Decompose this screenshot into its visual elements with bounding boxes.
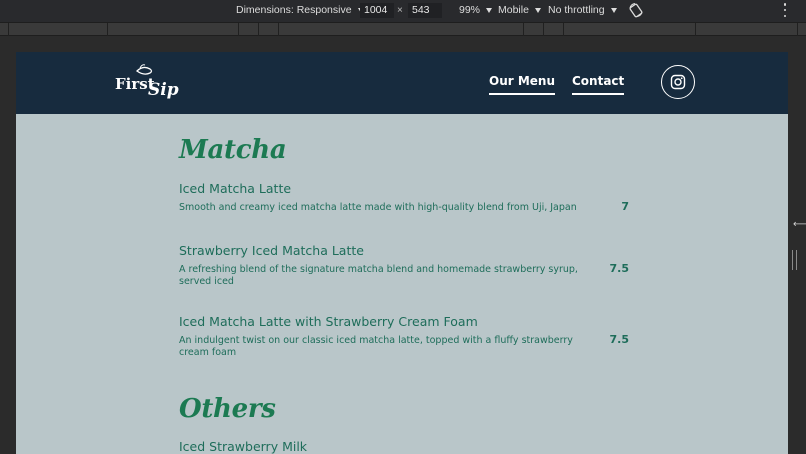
menu-item-description: An indulgent twist on our classic iced m… — [179, 335, 573, 358]
menu-item: Iced Matcha Latte Smooth and creamy iced… — [179, 181, 629, 214]
menu-item-name: Strawberry Iced Matcha Latte — [179, 243, 364, 258]
firstsip-logo[interactable]: First Sip — [114, 62, 184, 104]
instagram-button[interactable] — [661, 65, 695, 99]
dimensions-dropdown[interactable]: Dimensions: Responsive — [236, 4, 364, 16]
throttling-label: No throttling — [548, 4, 605, 16]
media-query-ruler — [0, 22, 806, 36]
site-header: First Sip Our Menu Contact — [16, 52, 788, 114]
viewport-resize-handle[interactable] — [792, 250, 797, 270]
menu-item-price: 7 — [621, 200, 629, 213]
dimensions-label: Dimensions: Responsive — [236, 4, 352, 16]
chevron-down-icon — [534, 7, 541, 13]
menu-item-name: Iced Strawberry Milk — [179, 439, 308, 454]
devtools-device-toolbar: Dimensions: Responsive 1004 × 543 99% Mo… — [0, 0, 806, 22]
menu-item-price: 7.5 — [609, 333, 630, 346]
width-input[interactable]: 1004 — [360, 3, 394, 18]
device-type-label: Mobile — [498, 4, 529, 16]
chevron-down-icon — [610, 7, 617, 13]
svg-text:Sip: Sip — [148, 80, 179, 100]
chevron-down-icon — [486, 7, 493, 13]
resize-arrow-icon: ⟵ — [793, 219, 806, 230]
menu-item-price: 7.5 — [609, 262, 630, 275]
zoom-label: 99% — [459, 4, 481, 16]
menu-item: Iced Strawberry Milk — [179, 439, 629, 454]
more-options-icon[interactable] — [782, 3, 788, 17]
menu-item: Iced Matcha Latte with Strawberry Cream … — [179, 314, 629, 359]
website-viewport: First Sip Our Menu Contact Matcha Iced M… — [16, 52, 788, 454]
instagram-icon — [670, 74, 686, 90]
menu-item-name: Iced Matcha Latte with Strawberry Cream … — [179, 314, 478, 329]
zoom-dropdown[interactable]: 99% — [459, 4, 493, 16]
device-type-dropdown[interactable]: Mobile — [498, 4, 541, 16]
menu-item: Strawberry Iced Matcha Latte A refreshin… — [179, 243, 629, 288]
nav-contact[interactable]: Contact — [572, 74, 625, 95]
section-title-others: Others — [179, 394, 276, 424]
menu-item-description: A refreshing blend of the signature matc… — [179, 264, 578, 287]
throttling-dropdown[interactable]: No throttling — [548, 4, 617, 16]
menu-item-description: Smooth and creamy iced matcha latte made… — [179, 202, 577, 213]
nav-our-menu[interactable]: Our Menu — [489, 74, 556, 95]
menu-item-name: Iced Matcha Latte — [179, 181, 292, 196]
rotate-icon[interactable] — [628, 2, 644, 18]
section-title-matcha: Matcha — [179, 135, 287, 165]
dimension-separator: × — [397, 5, 403, 16]
height-input[interactable]: 543 — [408, 3, 442, 18]
